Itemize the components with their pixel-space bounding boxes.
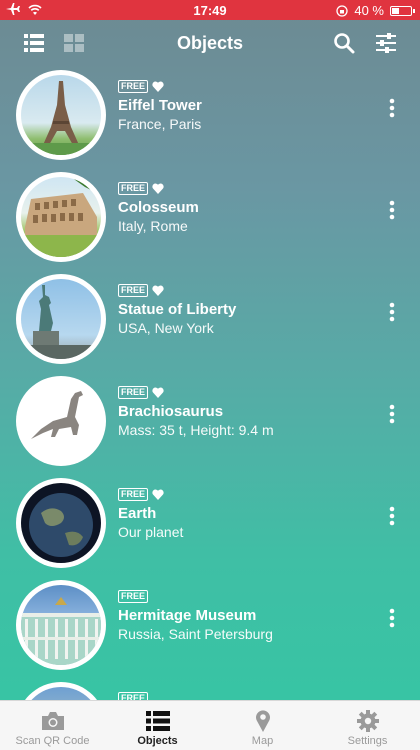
object-thumbnail <box>16 70 106 160</box>
object-subtitle: France, Paris <box>118 116 202 132</box>
list-item[interactable]: FREE Hermitage Museum Russia, Saint Pete… <box>0 578 420 680</box>
object-name: Colosseum <box>118 199 199 216</box>
status-bar: 17:49 40 % <box>0 0 420 20</box>
list-item[interactable]: FREE Earth Our planet <box>0 476 420 578</box>
tab-map[interactable]: Map <box>210 701 315 750</box>
object-subtitle: Our planet <box>118 524 184 540</box>
search-icon[interactable] <box>332 32 356 54</box>
object-subtitle: USA, New York <box>118 320 214 336</box>
object-thumbnail <box>16 682 106 700</box>
object-thumbnail <box>16 376 106 466</box>
filter-sliders-icon[interactable] <box>374 32 398 54</box>
object-name: Eiffel Tower <box>118 97 202 114</box>
free-badge: FREE <box>118 80 149 93</box>
statue-of-liberty-image <box>27 285 101 359</box>
list-item[interactable]: FREE Statue of Liberty USA, New York <box>0 272 420 374</box>
object-subtitle: Italy, Rome <box>118 218 188 234</box>
free-badge: FREE <box>118 284 149 297</box>
navigation-bar: Objects <box>0 20 420 66</box>
tab-label: Scan QR Code <box>15 735 90 747</box>
orientation-lock-icon <box>336 4 349 17</box>
object-subtitle: Russia, Saint Petersburg <box>118 626 273 642</box>
object-subtitle: Mass: 35 t, Height: 9.4 m <box>118 422 274 438</box>
free-badge: FREE <box>118 590 149 603</box>
heart-icon <box>152 285 164 296</box>
more-options-icon[interactable] <box>386 200 398 220</box>
tab-bar: Scan QR Code Objects Map Settings <box>0 700 420 750</box>
objects-list: FREE Eiffel Tower France, Paris FREE Col… <box>0 68 420 700</box>
object-thumbnail <box>16 478 106 568</box>
object-thumbnail <box>16 172 106 262</box>
tab-objects[interactable]: Objects <box>105 701 210 750</box>
object-name: Brachiosaurus <box>118 403 224 420</box>
list-icon <box>145 711 170 731</box>
tab-label: Objects <box>137 735 178 747</box>
free-badge: FREE <box>118 488 149 501</box>
tab-label: Settings <box>347 735 388 747</box>
more-options-icon[interactable] <box>386 98 398 118</box>
object-thumbnail <box>16 580 106 670</box>
list-item[interactable]: FREE <box>0 680 420 700</box>
heart-icon <box>152 489 164 500</box>
earth-image <box>29 490 96 557</box>
list-item[interactable]: FREE Colosseum Italy, Rome <box>0 170 420 272</box>
gear-icon <box>356 710 379 732</box>
object-name: Hermitage Museum <box>118 607 257 624</box>
battery-icon <box>390 5 415 16</box>
object-name: Earth <box>118 505 157 522</box>
object-thumbnail <box>16 274 106 364</box>
brachiosaurus-image <box>31 391 83 439</box>
tab-scan-qr-code[interactable]: Scan QR Code <box>0 701 105 750</box>
more-options-icon[interactable] <box>386 404 398 424</box>
colosseum-image <box>21 177 101 257</box>
more-options-icon[interactable] <box>386 506 398 526</box>
tab-label: Map <box>251 735 274 747</box>
free-badge: FREE <box>118 182 149 195</box>
list-item[interactable]: FREE Brachiosaurus Mass: 35 t, Height: 9… <box>0 374 420 476</box>
free-badge: FREE <box>118 386 149 399</box>
list-item[interactable]: FREE Eiffel Tower France, Paris <box>0 68 420 170</box>
free-badge: FREE <box>118 692 149 700</box>
more-options-icon[interactable] <box>386 302 398 322</box>
heart-icon <box>152 183 164 194</box>
camera-icon <box>41 712 64 730</box>
building-image <box>21 687 101 700</box>
page-title: Objects <box>176 33 244 53</box>
tab-settings[interactable]: Settings <box>315 701 420 750</box>
heart-icon <box>152 387 164 398</box>
object-name: Statue of Liberty <box>118 301 237 318</box>
hermitage-museum-image <box>21 597 101 665</box>
eiffel-tower-image <box>21 81 101 155</box>
heart-icon <box>152 81 164 92</box>
more-options-icon[interactable] <box>386 608 398 628</box>
battery-percent: 40 % <box>354 3 384 18</box>
map-pin-icon <box>255 710 270 732</box>
